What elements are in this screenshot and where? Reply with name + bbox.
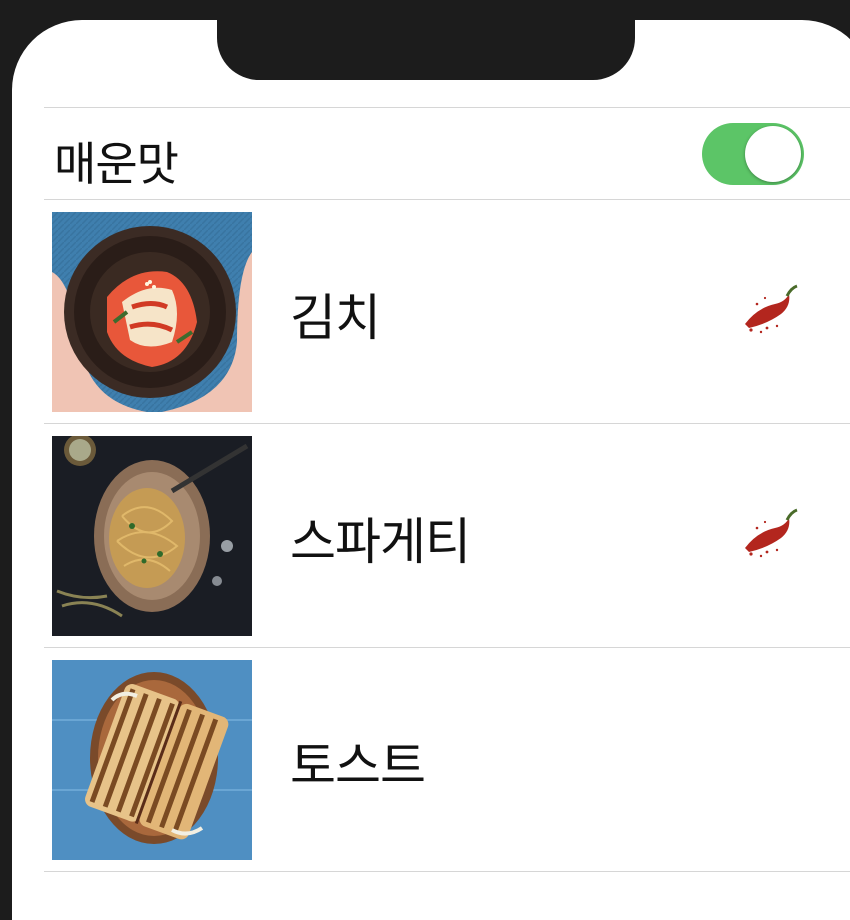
food-name: 토스트 — [290, 737, 426, 795]
spicy-toggle-row: 매운맛 — [44, 108, 850, 199]
food-list: 매운맛 김치 스파게티 토스트 — [44, 107, 850, 872]
spaghetti-thumbnail — [52, 436, 252, 636]
toast-thumbnail — [52, 660, 252, 860]
divider — [44, 871, 850, 872]
list-item[interactable]: 김치 — [44, 200, 850, 423]
chili-pepper-icon — [737, 282, 799, 338]
switch-knob[interactable] — [745, 126, 801, 182]
device-notch — [217, 20, 635, 80]
chili-pepper-icon — [737, 506, 799, 562]
food-name: 스파게티 — [290, 513, 471, 571]
spicy-toggle-switch[interactable] — [702, 123, 804, 185]
spicy-toggle-label: 매운맛 — [54, 137, 179, 191]
list-item[interactable]: 토스트 — [44, 648, 850, 871]
kimchi-thumbnail — [52, 212, 252, 412]
phone-screen: 매운맛 김치 스파게티 토스트 — [12, 20, 850, 920]
list-item[interactable]: 스파게티 — [44, 424, 850, 647]
food-name: 김치 — [290, 289, 381, 347]
